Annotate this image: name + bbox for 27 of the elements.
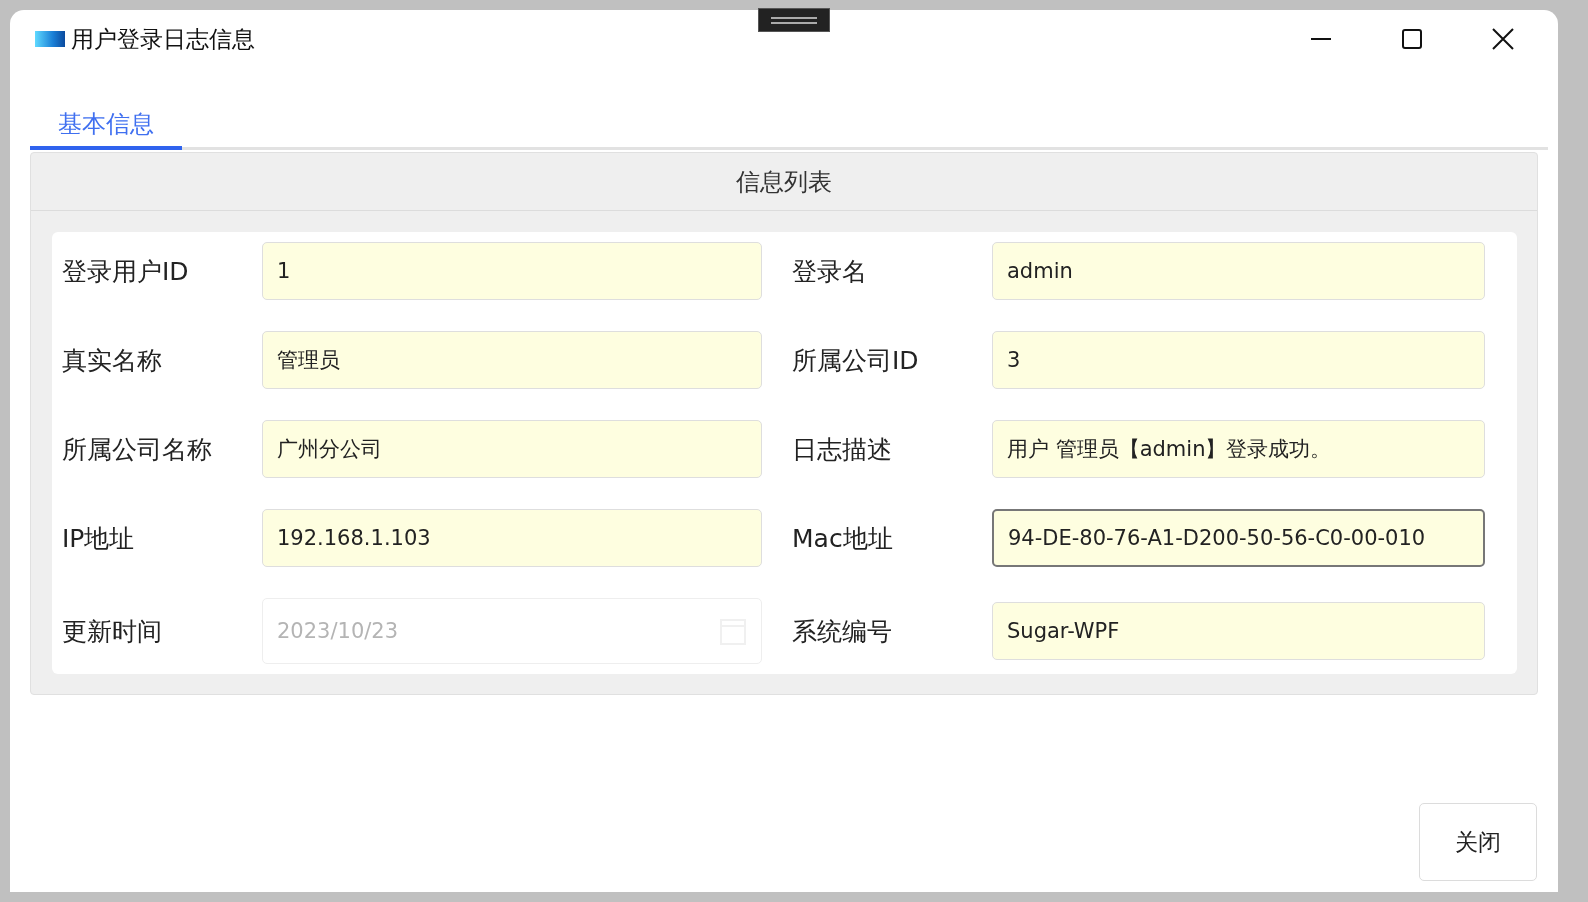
field-label: 日志描述 <box>792 433 893 466</box>
drag-handle-icon <box>758 8 830 32</box>
window-title: 用户登录日志信息 <box>71 24 255 54</box>
field-label: 登录名 <box>792 255 868 288</box>
input-field[interactable]: 管理员 <box>262 331 762 389</box>
input-field[interactable]: 192.168.1.103 <box>262 509 762 567</box>
field-label: 系统编号 <box>792 615 893 648</box>
close-dialog-button[interactable]: 关闭 <box>1419 803 1537 881</box>
input-field[interactable]: 1 <box>262 242 762 300</box>
field-label: 更新时间 <box>62 615 163 648</box>
input-field[interactable]: admin <box>992 242 1485 300</box>
input-field[interactable]: Sugar-WPF <box>992 602 1485 660</box>
input-field[interactable]: 用户 管理员【admin】登录成功。 <box>992 420 1485 478</box>
input-field[interactable]: 广州分公司 <box>262 420 762 478</box>
field-label: 真实名称 <box>62 344 163 377</box>
input-field[interactable]: 3 <box>992 331 1485 389</box>
maximize-icon <box>1400 28 1423 50</box>
field-label: IP地址 <box>62 522 136 555</box>
app-icon <box>35 31 65 47</box>
field-label: Mac地址 <box>792 522 894 555</box>
field-label: 所属公司名称 <box>62 433 213 466</box>
group-header: 信息列表 <box>31 153 1537 211</box>
close-icon <box>1491 28 1514 50</box>
minimize-icon <box>1309 38 1332 40</box>
field-label: 登录用户ID <box>62 255 190 288</box>
field-label: 所属公司ID <box>792 344 920 377</box>
input-field[interactable]: 94-DE-80-76-A1-D200-50-56-C0-00-010 <box>992 509 1485 567</box>
